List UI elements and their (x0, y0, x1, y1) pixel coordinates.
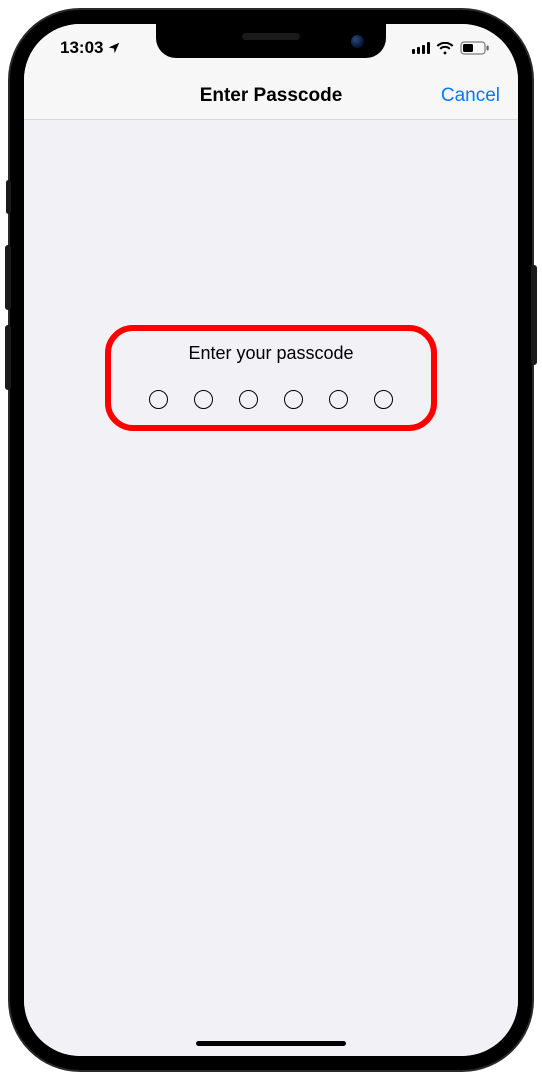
passcode-entry[interactable]: Enter your passcode (121, 343, 421, 409)
cancel-button[interactable]: Cancel (441, 85, 500, 107)
passcode-dot (374, 390, 393, 409)
power-button (531, 265, 537, 365)
page-title: Enter Passcode (200, 85, 343, 107)
status-left: 13:03 (60, 38, 121, 58)
volume-up-button (5, 245, 11, 310)
mute-switch (6, 180, 11, 214)
annotation-highlight (105, 325, 437, 431)
status-time: 13:03 (60, 38, 103, 58)
passcode-dots (121, 390, 421, 409)
nav-bar: Enter Passcode Cancel (24, 72, 518, 120)
status-right (412, 41, 490, 55)
battery-icon (460, 41, 490, 55)
front-camera (351, 35, 364, 48)
speaker-grille (242, 33, 300, 40)
home-indicator[interactable] (196, 1041, 346, 1046)
cellular-icon (412, 42, 430, 54)
passcode-dot (149, 390, 168, 409)
passcode-dot (284, 390, 303, 409)
location-icon (107, 41, 121, 55)
passcode-dot (329, 390, 348, 409)
passcode-dot (239, 390, 258, 409)
volume-down-button (5, 325, 11, 390)
screen: 13:03 (24, 24, 518, 1056)
passcode-prompt: Enter your passcode (121, 343, 421, 364)
passcode-dot (194, 390, 213, 409)
notch (156, 24, 386, 58)
wifi-icon (436, 42, 454, 55)
phone-frame: 13:03 (10, 10, 532, 1070)
content-area: Enter your passcode (24, 120, 518, 1056)
